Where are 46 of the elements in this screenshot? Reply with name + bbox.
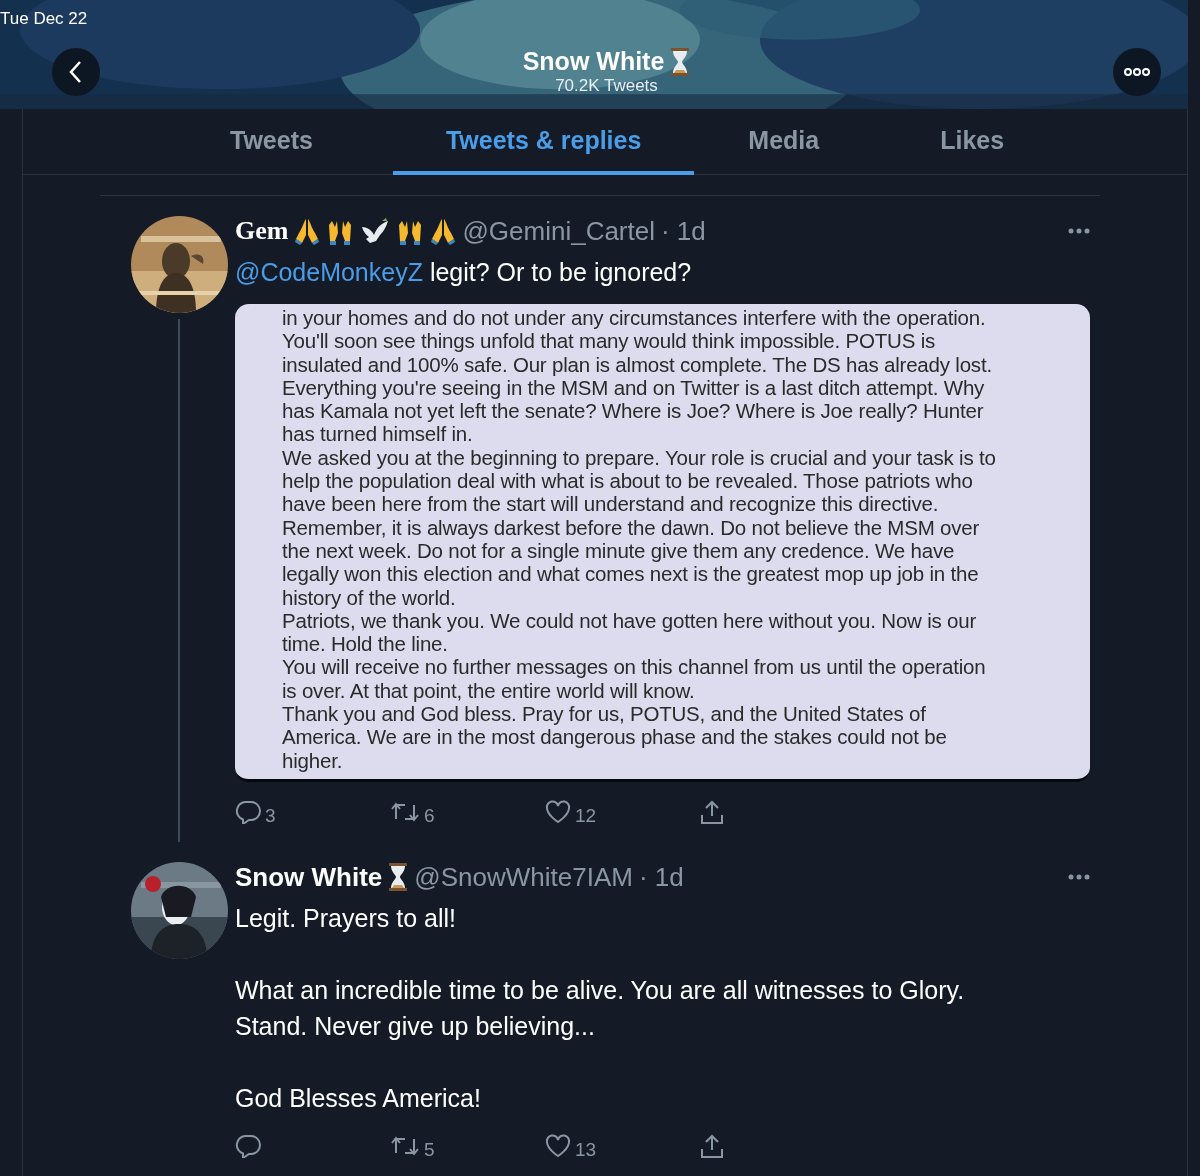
tweet-text: What an incredible time to be alive. You are all witnesses to Glory. Stand. Never give up believing... — [235, 975, 966, 1042]
profile-tab[interactable]: Media — [694, 109, 874, 175]
hourglass-icon — [670, 47, 691, 76]
document-paragraph: You will receive no further messages on this channel from us until the operation is over. At that point, the entire world will know. — [282, 655, 987, 703]
praying-hands-icon — [430, 217, 457, 245]
document-paragraph: We asked you at the beginning to prepare. Your role is crucial and your task is to help the population deal with what is about to be revealed. Those patriots who have been here from the start will understand and recognize this directive. — [282, 445, 997, 516]
reply-button[interactable]: 3 — [235, 797, 390, 827]
retweet-button[interactable]: 6 — [390, 797, 545, 827]
profile-tab[interactable]: Tweets — [150, 109, 393, 175]
chevron-left-icon — [69, 59, 83, 84]
tweet-text: God Blesses America! — [235, 1083, 482, 1114]
hourglass-icon — [388, 863, 409, 891]
heart-icon — [545, 1134, 571, 1158]
retweet-icon — [390, 801, 420, 823]
tweet-count: 70.2K Tweets — [555, 76, 658, 96]
document-paragraph: Patriots, we thank you. We could not have gotten here without you. Now is our time. Hold the line. — [282, 608, 978, 656]
dove-icon — [360, 217, 391, 245]
author-handle: @Gemini_Cartel — [462, 215, 655, 247]
author-name: Gem — [235, 216, 289, 246]
profile-tab[interactable]: Likes — [873, 109, 1072, 175]
share-icon — [700, 799, 724, 825]
tweet-text: @CodeMonkeyZ legit? Or to be ignored? — [235, 257, 693, 288]
document-paragraph: Remember, it is always darkest before the dawn. Do not believe the MSM over the next week. Do not for a single minute give them any credence. We have legally won this election and what comes next is the greatest mop up job in the history of the world. — [282, 515, 981, 609]
heart-icon — [545, 800, 571, 824]
like-button[interactable]: 13 — [545, 1131, 700, 1161]
more-icon — [1124, 67, 1150, 76]
more-icon[interactable] — [1068, 874, 1090, 880]
tweet-text: Legit. Prayers to all! — [235, 903, 457, 934]
profile-tab[interactable]: Tweets & replies — [392, 109, 695, 175]
retweet-button[interactable]: 5 — [390, 1131, 545, 1161]
like-button[interactable]: 12 — [545, 797, 700, 827]
profile-title: Snow White — [522, 47, 665, 76]
retweet-icon — [390, 1135, 420, 1157]
author-name: Snow White — [235, 861, 383, 893]
praying-hands-icon — [294, 217, 321, 245]
reply-icon — [235, 1134, 261, 1158]
author-handle: @SnowWhite7IAM — [414, 861, 633, 893]
document-paragraph: in your homes and do not under any circumstances interfere with the operation. You'll soon see things unfold that many would think impossible. POTUS is insulated and 100% safe. Our plan is almost complete. The DS has already lost. Everything you're seeing in the MSM and on Twitter is a last ditch attempt. Why has Kamala not yet left the senate? Where is Joe? Where is Joe really? Hunter has turned himself in. — [282, 306, 993, 446]
tweet-time: · 1d — [638, 861, 684, 893]
tweet-time: · 1d — [661, 215, 706, 247]
reply-icon — [235, 800, 261, 824]
document-paragraph: Thank you and God bless. Pray for us, POTUS, and the United States of America. We are in the most dangerous phase and the stakes could not be higher. — [282, 702, 948, 772]
more-icon[interactable] — [1068, 228, 1090, 234]
status-date: Tue Dec 22 — [0, 9, 88, 29]
mention-link[interactable]: @CodeMonkeyZ — [235, 258, 423, 286]
share-icon — [700, 1133, 724, 1159]
